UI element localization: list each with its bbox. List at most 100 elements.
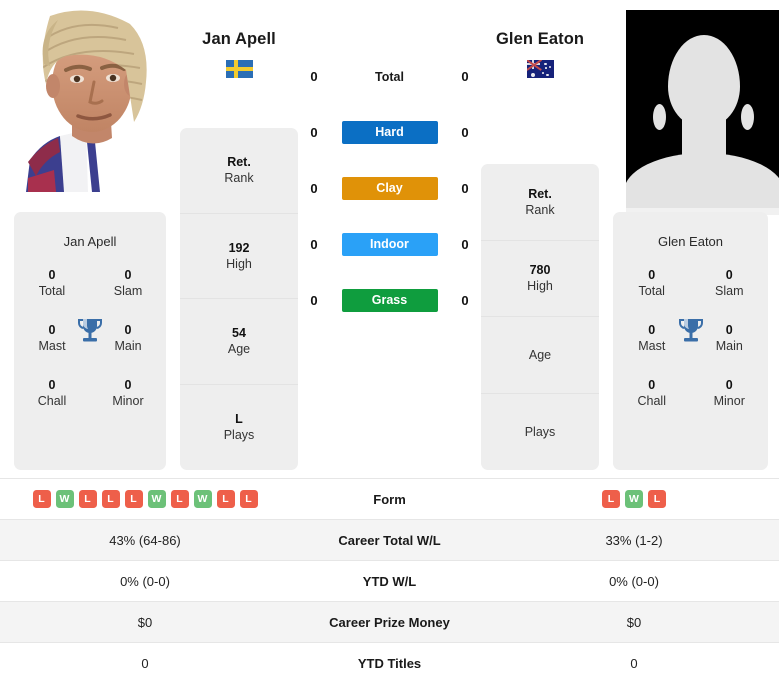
head-to-head-column: 0 Total 0 0 Hard 0 0 Clay 0 0 Indoor 0 0… xyxy=(300,0,479,478)
right-title-chall-label: Chall xyxy=(637,394,667,408)
right-high-label: High xyxy=(527,279,553,294)
right-ytd-wl: 0% (0-0) xyxy=(609,573,659,589)
right-high-value: 780 xyxy=(529,263,551,277)
right-title-minor: 0 Minor xyxy=(691,377,769,409)
right-titles-grid: 0 Total 0 Slam 0 Mast 0 Main 0 Chall 0 M… xyxy=(613,267,768,409)
right-career-prize-money: $0 xyxy=(626,614,642,630)
left-plays-value: L xyxy=(235,412,243,426)
h2h-total-label-wrap: Total xyxy=(328,68,451,86)
row-label-career-prize-money: Career Prize Money xyxy=(329,614,450,630)
left-ytd-wl: 0% (0-0) xyxy=(120,573,170,589)
h2h-clay-left-value: 0 xyxy=(310,181,318,196)
left-title-slam: 0 Slam xyxy=(90,267,166,299)
h2h-grass-right-value: 0 xyxy=(461,293,469,308)
h2h-total-left-value: 0 xyxy=(310,69,318,84)
table-row-form: LWLLLWLWLL Form LWL xyxy=(0,478,779,519)
form-badge-l[interactable]: L xyxy=(648,490,666,508)
surface-badge-clay[interactable]: Clay xyxy=(341,177,438,200)
left-plays-cell: L Plays xyxy=(180,385,298,471)
h2h-clay-label-wrap: Clay xyxy=(328,177,451,200)
table-row-ytd-titles: 0 YTD Titles 0 xyxy=(0,642,779,683)
left-title-total: 0 Total xyxy=(14,267,90,299)
trophy-icon xyxy=(678,319,703,342)
form-badge-l[interactable]: L xyxy=(602,490,620,508)
left-age-cell: 54 Age xyxy=(180,299,298,385)
h2h-total-label: Total xyxy=(375,69,404,84)
table-row-career-total-wl: 43% (64-86) Career Total W/L 33% (1-2) xyxy=(0,519,779,560)
comparison-header: Jan Apell 0 Total 0 Slam 0 Mast 0 Main 0… xyxy=(0,0,779,478)
left-player-info-column: Jan Apell Ret. Rank 192 High 54 Age L Pl… xyxy=(178,0,300,478)
row-label-form: Form xyxy=(373,491,406,507)
right-high-cell: 780 High xyxy=(481,241,599,317)
form-badge-w[interactable]: W xyxy=(55,490,74,508)
right-form-cell: LWL xyxy=(489,490,779,508)
avatar-ear-right xyxy=(741,104,754,131)
h2h-row-grass: 0 Grass 0 xyxy=(300,282,479,319)
left-plays-label: Plays xyxy=(223,428,255,443)
h2h-grass-label-wrap: Grass xyxy=(328,289,451,312)
h2h-row-total: 0 Total 0 xyxy=(300,58,479,95)
left-player-name: Jan Apell xyxy=(202,30,276,48)
left-titles-card-name: Jan Apell xyxy=(63,234,117,249)
left-age-label: Age xyxy=(227,342,251,357)
left-high-label: High xyxy=(226,256,252,271)
surface-badge-grass[interactable]: Grass xyxy=(341,289,438,312)
form-badge-l[interactable]: L xyxy=(170,490,189,508)
right-titles-card: Glen Eaton 0 Total 0 Slam 0 Mast 0 Main … xyxy=(613,212,768,470)
right-titles-card-name: Glen Eaton xyxy=(657,234,724,249)
form-badge-w[interactable]: W xyxy=(147,490,166,508)
right-title-total-value: 0 xyxy=(648,268,656,282)
left-rank-value: Ret. xyxy=(227,155,251,169)
right-title-chall-value: 0 xyxy=(648,378,656,392)
h2h-clay-right-value: 0 xyxy=(461,181,469,196)
form-badge-w[interactable]: W xyxy=(625,490,643,508)
form-badge-l[interactable]: L xyxy=(32,490,51,508)
right-title-minor-value: 0 xyxy=(725,378,733,392)
left-rank-cell: Ret. Rank xyxy=(180,128,298,214)
surface-badge-indoor[interactable]: Indoor xyxy=(341,233,438,256)
avatar-head xyxy=(667,34,740,127)
left-age-value: 54 xyxy=(232,326,246,340)
right-age-label: Age xyxy=(528,347,552,362)
form-badge-l[interactable]: L xyxy=(239,490,258,508)
form-badge-l[interactable]: L xyxy=(124,490,143,508)
form-badge-l[interactable]: L xyxy=(216,490,235,508)
right-title-slam: 0 Slam xyxy=(691,267,769,299)
right-title-slam-value: 0 xyxy=(725,268,733,282)
left-title-minor-label: Minor xyxy=(112,394,144,408)
right-plays-cell: Plays xyxy=(481,394,599,471)
h2h-hard-left-value: 0 xyxy=(310,125,318,140)
surface-badge-hard[interactable]: Hard xyxy=(341,121,438,144)
left-career-total-wl: 43% (64-86) xyxy=(109,532,181,548)
table-row-ytd-wl: 0% (0-0) YTD W/L 0% (0-0) xyxy=(0,560,779,601)
right-ytd-titles: 0 xyxy=(630,655,638,671)
h2h-row-indoor: 0 Indoor 0 xyxy=(300,226,479,263)
left-title-total-value: 0 xyxy=(48,268,56,282)
left-ytd-titles: 0 xyxy=(141,655,149,671)
left-title-chall-value: 0 xyxy=(48,378,56,392)
left-title-chall-label: Chall xyxy=(37,394,67,408)
h2h-indoor-left-value: 0 xyxy=(310,237,318,252)
trophy-icon xyxy=(77,319,103,342)
row-label-career-total-wl: Career Total W/L xyxy=(338,532,441,548)
form-badge-w[interactable]: W xyxy=(193,490,212,508)
form-badge-l[interactable]: L xyxy=(101,490,120,508)
row-label-ytd-titles: YTD Titles xyxy=(357,655,422,671)
right-title-total: 0 Total xyxy=(613,267,691,299)
left-title-minor: 0 Minor xyxy=(90,377,166,409)
h2h-grass-left-value: 0 xyxy=(310,293,318,308)
right-profile-card: Ret. Rank 780 High Age Plays xyxy=(481,164,599,470)
form-badge-l[interactable]: L xyxy=(78,490,97,508)
h2h-hard-right-value: 0 xyxy=(461,125,469,140)
row-label-ytd-wl: YTD W/L xyxy=(362,573,417,589)
head-to-head-list: 0 Total 0 0 Hard 0 0 Clay 0 0 Indoor 0 0… xyxy=(300,58,479,338)
right-player-photo xyxy=(626,10,779,215)
right-title-chall: 0 Chall xyxy=(613,377,691,409)
right-plays-label: Plays xyxy=(524,424,556,439)
right-career-total-wl: 33% (1-2) xyxy=(605,532,663,548)
left-titles-grid: 0 Total 0 Slam 0 Mast 0 Main 0 Chall 0 M… xyxy=(14,267,166,409)
player-comparison-page: Jan Apell 0 Total 0 Slam 0 Mast 0 Main 0… xyxy=(0,0,779,699)
right-player-name-block: Glen Eaton xyxy=(479,30,601,78)
left-title-slam-value: 0 xyxy=(124,268,132,282)
left-player-photo-column: Jan Apell 0 Total 0 Slam 0 Mast 0 Main 0… xyxy=(0,0,178,478)
